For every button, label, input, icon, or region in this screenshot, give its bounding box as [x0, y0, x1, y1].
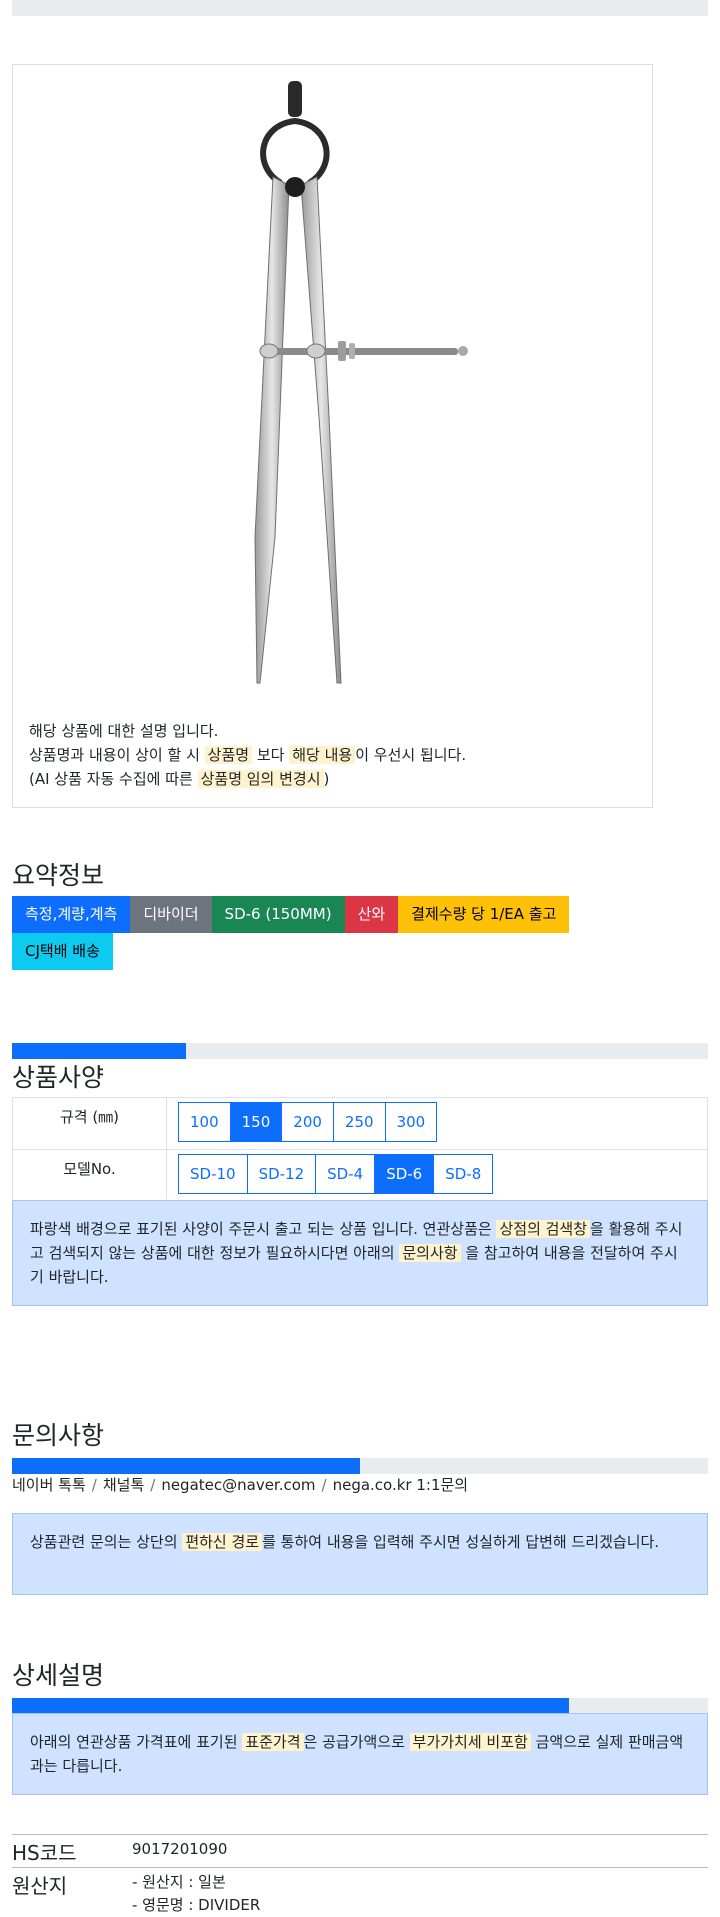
size-option-100[interactable]: 100 [178, 1102, 231, 1142]
highlight-content: 해당 내용 [289, 746, 356, 764]
detail-progress-bar [12, 1698, 708, 1714]
size-option-300[interactable]: 300 [384, 1102, 438, 1142]
separator: / [321, 1476, 327, 1494]
notice-text: 아래의 연관상품 가격표에 표기된 [30, 1733, 238, 1751]
spec-label-model: 모델No. [12, 1149, 167, 1202]
contact-channels: 네이버 톡톡 / 채널톡 / negatec@naver.com / nega.co.kr … [12, 1474, 468, 1495]
info-value-origin: - 원산지 : 일본 - 영문명 : DIVIDER [132, 1868, 260, 1917]
highlight-product-name: 상품명 [204, 746, 253, 764]
model-option-group: SD-10 SD-12 SD-4 SD-6 SD-8 [178, 1154, 494, 1194]
spec-row-model: 모델No. SD-10 SD-12 SD-4 SD-6 SD-8 [12, 1149, 708, 1202]
product-info: HS코드 9017201090 원산지 - 원산지 : 일본 - 영문명 : D… [12, 1834, 708, 1917]
note-line-2: 상품명과 내용이 상이 할 시 상품명 보다 해당 내용 이 우선시 됩니다. [29, 743, 466, 767]
divider-product-image [254, 81, 468, 684]
highlight-inquiry: 문의사항 [399, 1244, 461, 1262]
detail-progress-fill [12, 1698, 569, 1714]
size-option-200[interactable]: 200 [281, 1102, 334, 1142]
badge-category: 측정,계량,계측 [12, 896, 131, 933]
info-row-origin: 원산지 - 원산지 : 일본 - 영문명 : DIVIDER [12, 1867, 708, 1917]
spec-label-size: 규격 (㎜) [12, 1097, 167, 1150]
note-line-3: (AI 상품 자동 수집에 따른 상품명 임의 변경시) [29, 767, 466, 791]
inquiry-progress-bar [12, 1458, 708, 1474]
notice-text: 은 공급가액으로 [303, 1733, 405, 1751]
origin-english-name: - 영문명 : DIVIDER [132, 1896, 261, 1914]
size-option-150[interactable]: 150 [229, 1102, 283, 1142]
highlight-standard-price: 표준가격 [242, 1733, 304, 1751]
model-option-sd-12[interactable]: SD-12 [246, 1154, 317, 1194]
inquiry-title: 문의사항 [12, 1421, 105, 1450]
note-text: (AI 상품 자동 수집에 따른 [29, 770, 193, 788]
note-text: ) [323, 770, 330, 788]
badge-brand: 산와 [344, 896, 399, 933]
highlight-name-change: 상품명 임의 변경시 [197, 770, 324, 788]
info-value-hs-code: 9017201090 [132, 1840, 228, 1858]
detail-title: 상세설명 [12, 1661, 105, 1690]
origin-country: - 원산지 : 일본 [132, 1873, 226, 1891]
summary-badges: 측정,계량,계측 디바이더 SD-6 (150MM) 산와 결제수량 당 1/E… [12, 896, 622, 970]
model-option-sd-6[interactable]: SD-6 [374, 1154, 435, 1194]
note-text: 이 우선시 됩니다. [355, 746, 467, 764]
highlight-preferred-route: 편하신 경로 [182, 1533, 263, 1551]
model-option-sd-4[interactable]: SD-4 [315, 1154, 376, 1194]
note-line-1: 해당 상품에 대한 설명 입니다. [29, 722, 219, 740]
badge-model: SD-6 (150MM) [211, 896, 345, 933]
badge-quantity: 결제수량 당 1/EA 출고 [398, 896, 570, 933]
highlight-vat-excluded: 부가가치세 비포함 [409, 1733, 531, 1751]
info-key-origin: 원산지 [12, 1874, 68, 1898]
inquiry-progress-fill [12, 1458, 360, 1474]
note-text: 상품명과 내용이 상이 할 시 [29, 746, 200, 764]
size-option-group: 100 150 200 250 300 [178, 1102, 438, 1142]
notice-text: 파랑색 배경으로 표기된 사양이 주문시 출고 되는 상품 입니다. 연관상품은 [30, 1220, 492, 1238]
notice-text: 상품관련 문의는 상단의 [30, 1533, 178, 1551]
note-text: 보다 [256, 746, 285, 764]
inquiry-notice: 상품관련 문의는 상단의 편하신 경로 를 통하여 내용을 입력해 주시면 성실하… [12, 1513, 708, 1595]
channel-channeltalk[interactable]: 채널톡 [103, 1476, 144, 1494]
specs-title: 상품사양 [12, 1063, 105, 1092]
model-option-sd-10[interactable]: SD-10 [178, 1154, 248, 1194]
summary-title: 요약정보 [12, 861, 105, 890]
info-key-hs-code: HS코드 [12, 1841, 77, 1865]
size-option-250[interactable]: 250 [332, 1102, 386, 1142]
highlight-store-search: 상점의 검색창 [496, 1220, 591, 1238]
specs-progress-bar [12, 1043, 708, 1059]
info-row-hs-code: HS코드 9017201090 [12, 1834, 708, 1867]
specs-notice: 파랑색 배경으로 표기된 사양이 주문시 출고 되는 상품 입니다. 연관상품은… [12, 1200, 708, 1306]
channel-email[interactable]: negatec@naver.com [161, 1476, 315, 1494]
spec-table: 규격 (㎜) 100 150 200 250 300 모델No. SD-10 S… [12, 1097, 708, 1202]
detail-notice: 아래의 연관상품 가격표에 표기된 표준가격 은 공급가액으로 부가가치세 비포함… [12, 1713, 708, 1795]
model-option-sd-8[interactable]: SD-8 [433, 1154, 494, 1194]
spec-options-size: 100 150 200 250 300 [166, 1097, 708, 1150]
separator: / [150, 1476, 156, 1494]
product-notes: 해당 상품에 대한 설명 입니다. 상품명과 내용이 상이 할 시 상품명 보다… [29, 719, 466, 791]
badge-shipping: CJ택배 배송 [12, 933, 113, 970]
notice-text: 를 통하여 내용을 입력해 주시면 성실하게 답변해 드리겠습니다. [262, 1533, 660, 1551]
badge-product-type: 디바이더 [130, 896, 212, 933]
channel-website-inquiry[interactable]: nega.co.kr 1:1문의 [333, 1476, 469, 1494]
product-card: 해당 상품에 대한 설명 입니다. 상품명과 내용이 상이 할 시 상품명 보다… [12, 64, 653, 808]
spec-options-model: SD-10 SD-12 SD-4 SD-6 SD-8 [166, 1149, 708, 1202]
spec-row-size: 규격 (㎜) 100 150 200 250 300 [12, 1097, 708, 1150]
separator: / [91, 1476, 97, 1494]
top-progress-bar [12, 0, 708, 16]
specs-progress-fill [12, 1043, 186, 1059]
channel-naver-talktalk[interactable]: 네이버 톡톡 [12, 1476, 86, 1494]
